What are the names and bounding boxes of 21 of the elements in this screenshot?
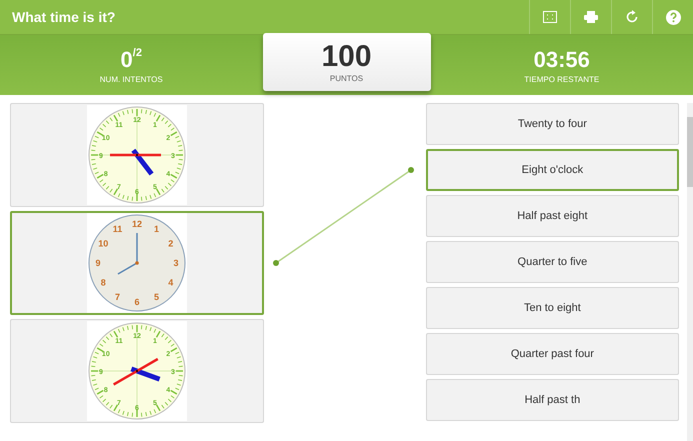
answer-option[interactable]: Ten to eight: [426, 287, 680, 329]
score-value: 100: [321, 42, 372, 72]
attempts-total: /2: [132, 46, 142, 58]
answer-option[interactable]: Quarter to five: [426, 241, 680, 283]
answer-option[interactable]: Half past th: [426, 379, 680, 421]
attempts-label: NUM. INTENTOS: [100, 74, 163, 84]
score-label: PUNTOS: [330, 74, 364, 82]
answer-option[interactable]: Twenty to four: [426, 103, 680, 145]
answer-option[interactable]: Eight o'clock: [426, 149, 680, 191]
attempts-count: 0: [120, 46, 133, 72]
refresh-icon: [625, 10, 639, 24]
time-remaining: 03:56: [534, 46, 590, 72]
time-label: TIEMPO RESTANTE: [524, 74, 600, 84]
clock-drawing: 12 1 2 3 4 5 6 7 8 9 10 11: [87, 213, 188, 313]
scrollbar[interactable]: [687, 103, 693, 441]
window-title: What time is it?: [11, 9, 116, 25]
answer-option[interactable]: Quarter past four: [426, 333, 680, 375]
print-icon: [584, 11, 598, 23]
help-icon: [666, 10, 680, 24]
fullscreen-icon: [543, 11, 557, 23]
answer-option[interactable]: Half past eight: [426, 195, 680, 237]
